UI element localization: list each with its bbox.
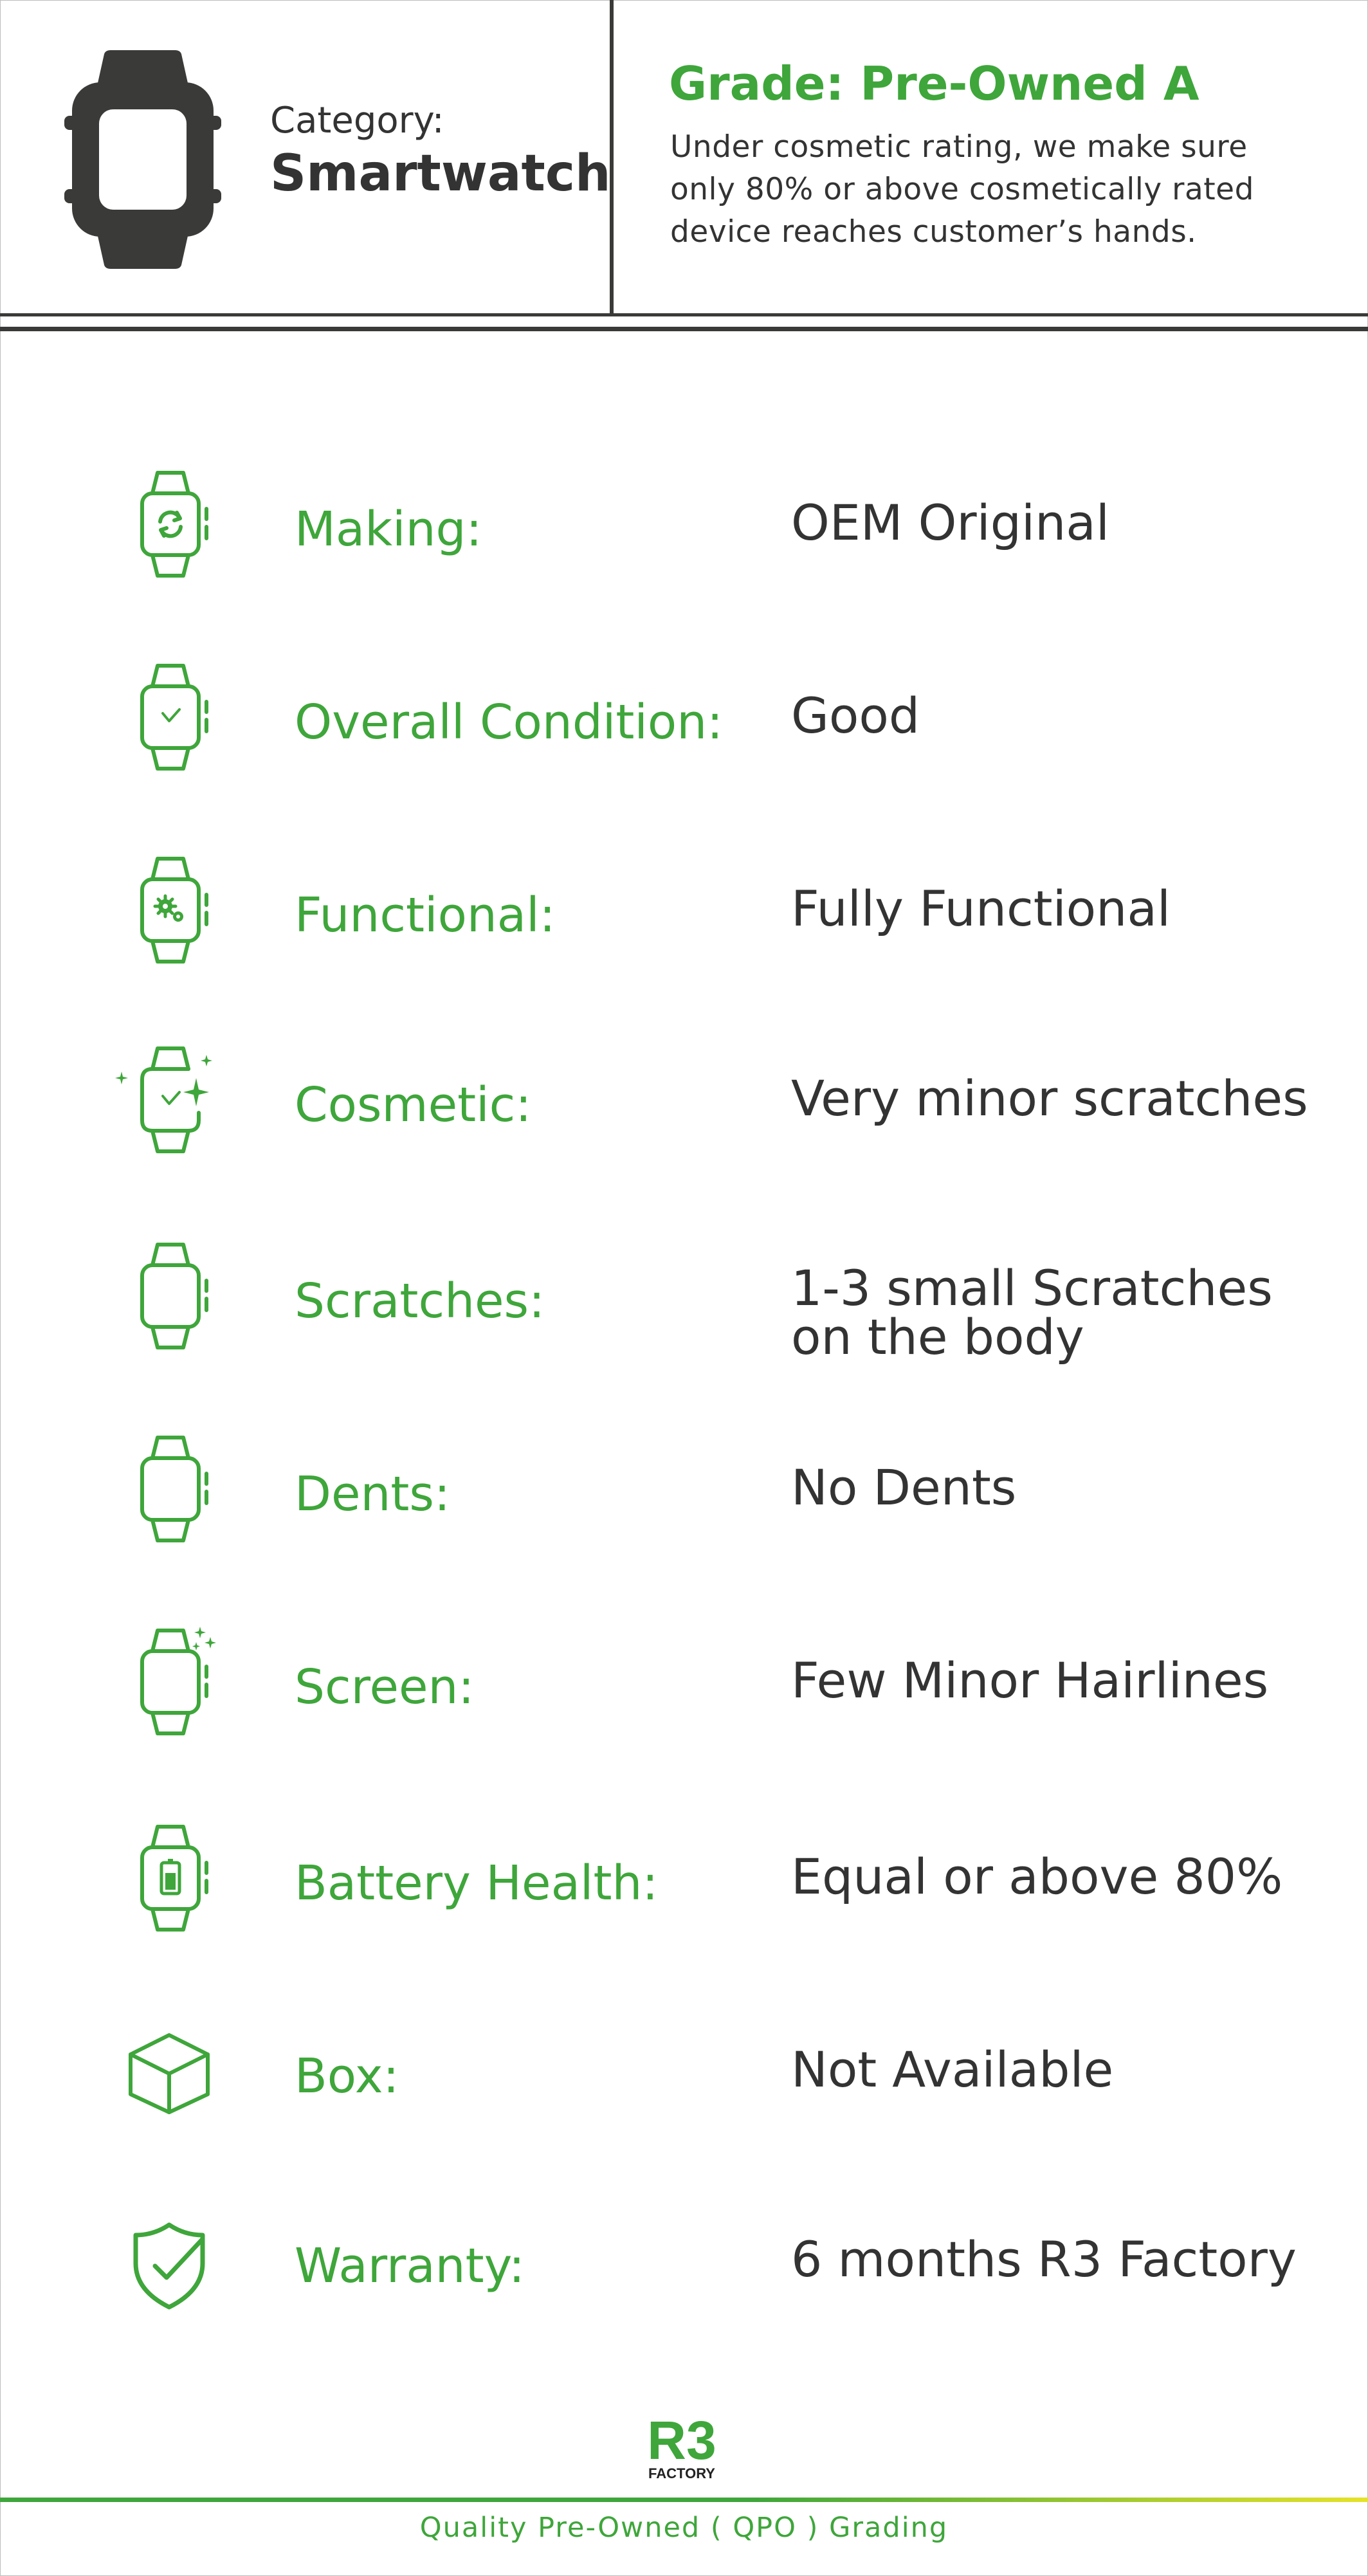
watch-icon: [140, 1436, 208, 1542]
row-label: Warranty:: [295, 2238, 525, 2294]
box-icon: [129, 2033, 210, 2114]
row-label: Screen:: [295, 1659, 475, 1715]
footer-divider: [0, 2498, 1368, 2502]
watch-gears-icon: [140, 857, 208, 964]
row-value: 1-3 small Scratches on the body: [791, 1259, 1273, 1366]
r3-factory-logo: R3 FACTORY: [647, 2410, 716, 2481]
row-label: Making:: [295, 502, 482, 557]
grading-row-warranty: Warranty: 6 months R3 Factory: [0, 2197, 1368, 2325]
row-value: Not Available: [791, 2041, 1114, 2098]
row-value: No Dents: [791, 1459, 1017, 1516]
row-label: Cosmetic:: [295, 1077, 532, 1133]
row-label: Battery Health:: [295, 1856, 659, 1911]
grading-row-cosmetic: Cosmetic: Very minor scratches: [0, 1036, 1368, 1164]
row-value: Fully Functional: [791, 880, 1171, 937]
row-label: Box:: [295, 2049, 399, 2104]
grading-row-overall-condition: Overall Condition: Good: [0, 653, 1368, 781]
row-value: Good: [791, 687, 920, 744]
footer-tagline: Quality Pre-Owned ( QPO ) Grading: [419, 2512, 949, 2544]
row-label: Functional:: [295, 888, 556, 943]
logo-text: R3: [647, 2410, 716, 2471]
row-label: Dents:: [295, 1466, 450, 1522]
logo-subtext: FACTORY: [648, 2465, 715, 2481]
grading-row-dents: Dents: No Dents: [0, 1425, 1368, 1553]
grading-row-functional: Functional: Fully Functional: [0, 846, 1368, 974]
row-value: Few Minor Hairlines: [791, 1652, 1269, 1709]
watch-refresh-icon: [140, 471, 208, 578]
row-value: OEM Original: [791, 494, 1109, 551]
grading-row-screen: Screen: Few Minor Hairlines: [0, 1618, 1368, 1746]
watch-battery-icon: [140, 1825, 208, 1932]
row-value: Equal or above 80%: [791, 1848, 1283, 1905]
watch-icon: [140, 1243, 208, 1349]
row-label: Scratches:: [295, 1274, 545, 1329]
grading-row-box: Box: Not Available: [0, 2007, 1368, 2135]
watch-sparkle-icon: [115, 1046, 212, 1153]
shield-check-icon: [133, 2222, 205, 2310]
row-value: Very minor scratches: [791, 1070, 1308, 1127]
watch-check-icon: [140, 664, 208, 771]
watch-stars-icon: [140, 1627, 216, 1735]
grading-list: Making: OEM Original Overall Condition: …: [0, 0, 1368, 2576]
grading-row-battery-health: Battery Health: Equal or above 80%: [0, 1814, 1368, 1942]
grading-row-making: Making: OEM Original: [0, 460, 1368, 589]
row-value: 6 months R3 Factory: [791, 2231, 1297, 2288]
row-label: Overall Condition:: [295, 695, 724, 750]
grading-row-scratches: Scratches: 1-3 small Scratches on the bo…: [0, 1232, 1368, 1366]
